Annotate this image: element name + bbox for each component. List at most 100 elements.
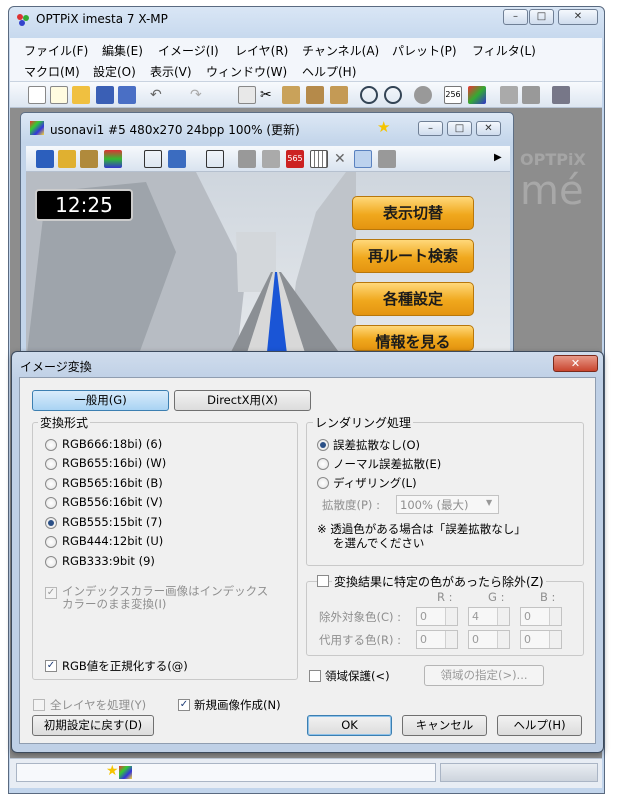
header-g: G : [488, 590, 505, 604]
help-button[interactable]: ヘルプ(H) [497, 715, 582, 736]
label-no-diffusion: 誤差拡散なし(O) [333, 438, 421, 452]
replace-r-input[interactable]: 0 [416, 630, 458, 649]
normalize-label: RGB値を正規化する(@) [62, 659, 188, 673]
layer2-icon[interactable] [522, 86, 540, 104]
replace-b-input[interactable]: 0 [520, 630, 562, 649]
close-button[interactable]: ✕ [558, 9, 598, 25]
replace-g-input[interactable]: 0 [468, 630, 510, 649]
cut-icon[interactable]: ✂ [260, 86, 278, 104]
region-specify-button[interactable]: 領域の指定(>)... [424, 665, 544, 686]
reroute-button[interactable]: 再ルート検索 [352, 239, 474, 273]
main-window-title: OPTPiX imesta 7 X-MP [36, 12, 168, 26]
layer-icon[interactable] [500, 86, 518, 104]
menu-palette[interactable]: パレット(P) [392, 42, 457, 59]
status-star-icon: ★ [106, 763, 119, 779]
minimize-button[interactable]: – [503, 9, 528, 25]
resize-icon[interactable] [144, 150, 162, 168]
import-icon[interactable] [58, 150, 76, 168]
normalize-checkbox[interactable]: ✓ [45, 660, 57, 672]
convert-icon[interactable] [354, 150, 372, 168]
open-icon[interactable] [72, 86, 90, 104]
label-rgb333: RGB333:9bit (9) [62, 554, 155, 568]
photo-icon[interactable] [80, 150, 98, 168]
all-layers-checkbox[interactable] [33, 699, 45, 711]
new-multi-icon[interactable] [50, 86, 68, 104]
ok-button[interactable]: OK [307, 715, 392, 736]
radio-rgb333[interactable] [45, 556, 57, 568]
settings-icon[interactable] [552, 86, 570, 104]
color-icon[interactable] [468, 86, 486, 104]
status-progress [440, 763, 598, 782]
menu-image[interactable]: イメージ(I) [158, 42, 219, 59]
region-protect-checkbox[interactable] [309, 670, 321, 682]
menu-window[interactable]: ウィンドウ(W) [206, 63, 287, 80]
palette-256-icon[interactable]: 256 [444, 86, 462, 104]
radio-rgb555[interactable] [45, 517, 57, 529]
radio-normal-diffusion[interactable] [317, 458, 329, 470]
image-window-icon [30, 121, 44, 135]
paste-icon[interactable] [282, 86, 300, 104]
menu-edit[interactable]: 編集(E) [102, 42, 143, 59]
redo-icon[interactable]: ↷ [190, 86, 208, 104]
menu-settings[interactable]: 設定(O) [93, 63, 136, 80]
maximize-button[interactable]: □ [529, 9, 554, 25]
radio-dithering[interactable] [317, 477, 329, 489]
label-rgb565: RGB565:16bit (B) [62, 476, 163, 490]
layers-b-icon[interactable] [262, 150, 280, 168]
radio-rgb666[interactable] [45, 439, 57, 451]
reset-button[interactable]: 初期設定に戻す(D) [32, 715, 154, 736]
index-color-checkbox[interactable]: ✓ [45, 587, 57, 599]
radio-rgb655[interactable] [45, 458, 57, 470]
save-icon[interactable] [96, 86, 114, 104]
settings-nav-button[interactable]: 各種設定 [352, 282, 474, 316]
grid-icon[interactable] [310, 150, 328, 168]
windows-icon[interactable] [206, 150, 224, 168]
radio-no-diffusion[interactable] [317, 439, 329, 451]
export-icon[interactable] [36, 150, 54, 168]
cancel-button[interactable]: キャンセル [402, 715, 487, 736]
zoom-in-icon[interactable] [360, 86, 378, 104]
new-icon[interactable] [28, 86, 46, 104]
target-b-input[interactable]: 0 [520, 607, 562, 626]
rendering-group-title: レンダリング処理 [313, 414, 414, 431]
stop-icon[interactable] [414, 86, 432, 104]
undo-icon[interactable]: ↶ [150, 86, 168, 104]
display-switch-button[interactable]: 表示切替 [352, 196, 474, 230]
radio-rgb444[interactable] [45, 536, 57, 548]
format-565-icon[interactable]: 565 [286, 150, 304, 168]
radio-rgb565[interactable] [45, 478, 57, 490]
menu-channel[interactable]: チャンネル(A) [302, 42, 379, 59]
gradient-icon[interactable] [104, 150, 122, 168]
paste-new-icon[interactable] [306, 86, 324, 104]
save-all-icon[interactable] [118, 86, 136, 104]
tab-directx[interactable]: DirectX用(X) [174, 390, 311, 411]
more-arrow-icon[interactable]: ▶ [494, 152, 502, 163]
paste-layer-icon[interactable] [330, 86, 348, 104]
rotate-icon[interactable] [168, 150, 186, 168]
image-minimize-button[interactable]: – [418, 121, 443, 136]
layers-c-icon[interactable] [378, 150, 396, 168]
exclude-checkbox[interactable] [317, 575, 329, 587]
zoom-out-icon[interactable] [384, 86, 402, 104]
menu-macro[interactable]: マクロ(M) [24, 63, 80, 80]
target-r-input[interactable]: 0 [416, 607, 458, 626]
target-g-input[interactable]: 4 [468, 607, 510, 626]
info-button[interactable]: 情報を見る [352, 325, 474, 351]
menu-help[interactable]: ヘルプ(H) [302, 63, 356, 80]
status-panel [16, 763, 436, 782]
cross-icon[interactable]: ✕ [334, 150, 352, 168]
new-image-checkbox[interactable]: ✓ [178, 699, 190, 711]
menu-file[interactable]: ファイル(F) [24, 42, 88, 59]
menu-view[interactable]: 表示(V) [150, 63, 192, 80]
label-dithering: ディザリング(L) [333, 476, 417, 490]
image-maximize-button[interactable]: □ [447, 121, 472, 136]
menu-filter[interactable]: フィルタ(L) [472, 42, 536, 59]
dialog-close-button[interactable]: ✕ [553, 355, 598, 372]
radio-rgb556[interactable] [45, 497, 57, 509]
layers-a-icon[interactable] [238, 150, 256, 168]
menu-layer[interactable]: レイヤ(R) [235, 42, 288, 59]
tab-general[interactable]: 一般用(G) [32, 390, 169, 411]
clock-display: 12:25 [35, 189, 133, 221]
image-close-button[interactable]: ✕ [476, 121, 501, 136]
copy-icon[interactable] [238, 86, 256, 104]
